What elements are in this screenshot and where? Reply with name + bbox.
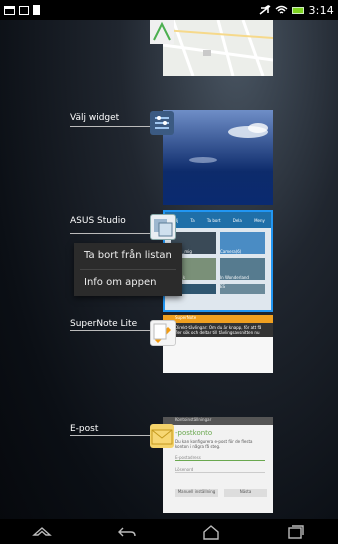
battery-icon [292,6,305,14]
gallery-tile: Camera(6) [220,232,265,254]
epost-title: -postkonto [175,429,213,437]
toolbar-item: Ta bort [206,217,221,223]
app-info-menu-item[interactable]: Info om appen [74,270,182,296]
email-app-icon [150,424,174,448]
asus-studio-app-icon [150,214,176,240]
recent-card-e-post[interactable]: Kontoinställningar -postkonto Du kan kon… [163,417,273,513]
toolbar-item: Meny [254,217,265,223]
notification-icon [19,5,29,15]
recent-card-supernote-lite[interactable]: SuperNote Direkt-tävlingar: Om du är kna… [163,315,273,373]
recent-card-maps[interactable] [163,20,273,76]
card-label-line [70,126,150,127]
status-bar: 3:14 [0,0,338,20]
email-field[interactable]: E-postadress [175,455,265,461]
up-icon[interactable] [31,523,53,541]
map-thumbnail [163,20,273,76]
recent-label-supernote-lite: SuperNote Lite [70,319,138,329]
card-label-line [70,435,150,436]
recent-apps-icon[interactable] [285,523,307,541]
widget-thumbnail [189,123,268,163]
remove-from-list-menu-item[interactable]: Ta bort från listan [74,243,182,269]
wifi-icon [276,5,288,14]
supernote-app-icon [150,320,176,346]
card-label-line [70,233,150,234]
navigation-bar [0,519,338,544]
widget-app-icon [150,111,174,135]
gallery-tile: In Wonderland [220,258,265,280]
recent-label-e-post: E-post [70,424,99,434]
context-menu: Ta bort från listan Info om appen [74,243,182,296]
notification-icon [4,5,15,15]
studio-toolbar: Välj Ta Ta bort Dela Meny [165,212,271,228]
maps-app-icon [150,20,174,44]
notification-icon [33,5,40,15]
gallery-tile: ES [220,284,265,294]
back-icon[interactable] [116,523,138,541]
epost-desc: Du kan konfigurera e-post för de flesta … [175,439,253,449]
password-field[interactable]: Lösenord [175,467,265,473]
toolbar-item: Dela [232,217,242,223]
home-icon[interactable] [200,523,222,541]
supernote-header: SuperNote [163,315,273,323]
next-button[interactable]: Nästa [224,489,267,497]
card-label-line [70,330,150,331]
manual-setup-button[interactable]: Manuell inställning [175,489,218,497]
recent-label-asus-studio: ASUS Studio [70,216,126,226]
clock: 3:14 [308,3,334,17]
recent-card-valj-widget[interactable] [163,110,273,205]
recent-label-valj-widget: Välj widget [70,113,120,123]
toolbar-item: Ta [190,217,195,223]
mute-icon [260,5,271,15]
supernote-banner: Direkt-tävlingar: Om du är knapp, för at… [163,323,273,337]
epost-header: Kontoinställningar [163,417,273,425]
